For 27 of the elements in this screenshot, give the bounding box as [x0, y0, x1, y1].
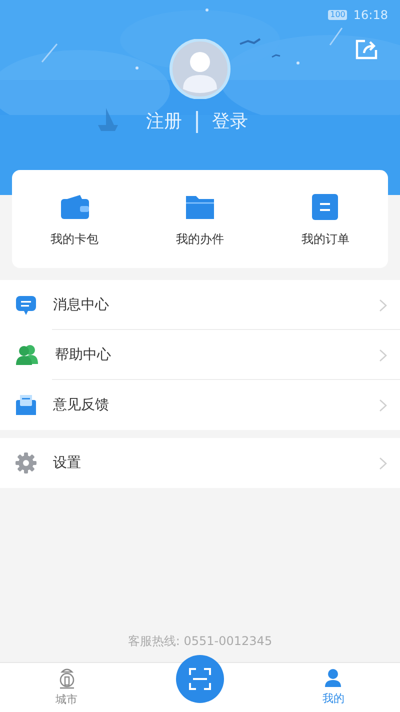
scan-button[interactable] — [176, 655, 224, 703]
hotline-text: 客服热线: 0551-0012345 — [126, 633, 274, 650]
chevron-icon — [379, 398, 387, 412]
wallet-icon — [60, 194, 90, 220]
chevron-icon — [379, 298, 387, 312]
shortcut-button[interactable]: 我的办件 — [137, 170, 263, 268]
share-icon[interactable] — [355, 38, 379, 60]
chevron-icon — [379, 348, 387, 362]
menu-item[interactable]: 意见反馈 — [0, 380, 400, 430]
mail-icon — [15, 394, 37, 416]
people-icon — [15, 344, 39, 366]
nav-tab[interactable]: 我的 — [266, 663, 400, 712]
menu-item[interactable]: 消息中心 — [0, 280, 400, 330]
folder-icon — [184, 194, 215, 220]
nav-tab[interactable]: 城市 — [0, 663, 134, 712]
clock-time: 16:18 — [353, 7, 388, 24]
person-icon — [324, 668, 342, 688]
chevron-icon — [379, 456, 387, 470]
building-icon — [58, 666, 76, 689]
shortcut-button[interactable]: 我的订单 — [262, 170, 388, 268]
document-icon — [312, 194, 338, 220]
shortcut-button[interactable]: 我的卡包 — [12, 170, 138, 268]
battery-icon: 100 — [328, 10, 348, 20]
menu-item[interactable]: 设置 — [0, 438, 400, 488]
chat-bubble-icon — [15, 294, 37, 316]
scan-icon — [188, 668, 211, 690]
menu-item[interactable]: 帮助中心 — [0, 330, 400, 380]
